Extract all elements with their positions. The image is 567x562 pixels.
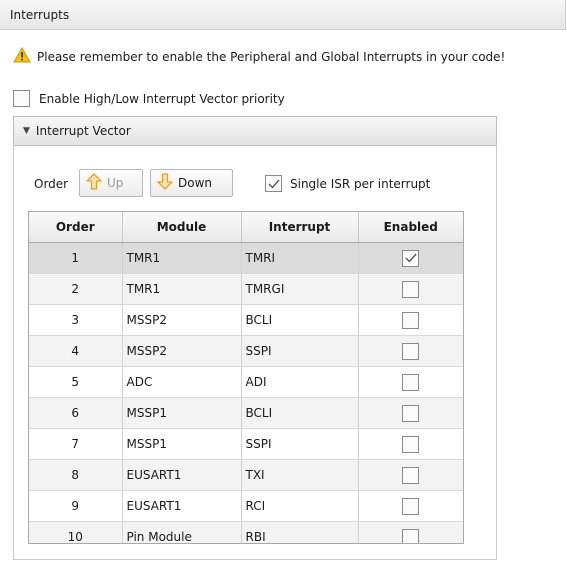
interrupt-cell: RBI — [241, 521, 359, 543]
priority-option: Enable High/Low Interrupt Vector priorit… — [13, 90, 285, 107]
column-header-module[interactable]: Module — [122, 212, 242, 243]
table-row[interactable]: 2 TMR1 TMRGI — [29, 273, 463, 305]
enabled-cell — [358, 490, 463, 522]
interrupt-cell: BCLI — [241, 397, 359, 429]
table-row[interactable]: 7 MSSP1 SSPI — [29, 428, 463, 460]
up-button-label: Up — [107, 176, 124, 190]
up-button[interactable]: Up — [79, 169, 143, 197]
table-row[interactable]: 6 MSSP1 BCLI — [29, 397, 463, 429]
module-cell: Pin Module — [122, 521, 242, 543]
enabled-checkbox[interactable] — [402, 528, 420, 543]
enabled-cell — [358, 428, 463, 460]
module-cell: MSSP2 — [122, 335, 242, 367]
order-cell: 3 — [29, 304, 123, 336]
check-icon — [405, 253, 417, 263]
table-row[interactable]: 3 MSSP2 BCLI — [29, 304, 463, 336]
enabled-checkbox[interactable] — [402, 466, 420, 484]
enabled-checkbox[interactable] — [402, 373, 420, 391]
single-isr-checkbox[interactable] — [265, 175, 282, 192]
interrupt-vector-header[interactable]: ▼ Interrupt Vector — [13, 116, 497, 146]
interrupt-cell: SSPI — [241, 335, 359, 367]
order-cell: 6 — [29, 397, 123, 429]
module-cell: ADC — [122, 366, 242, 398]
enabled-checkbox[interactable] — [402, 311, 420, 329]
warning-icon — [13, 46, 31, 66]
interrupt-cell: TMRGI — [241, 273, 359, 305]
order-cell: 10 — [29, 521, 123, 543]
interrupt-cell: TMRI — [241, 242, 359, 274]
module-cell: EUSART1 — [122, 459, 242, 491]
table-row[interactable]: 9 EUSART1 RCI — [29, 490, 463, 522]
enabled-checkbox[interactable] — [402, 404, 420, 422]
check-icon — [268, 179, 280, 189]
module-cell: EUSART1 — [122, 490, 242, 522]
interrupt-cell: BCLI — [241, 304, 359, 336]
enabled-cell — [358, 242, 463, 274]
enabled-cell — [358, 335, 463, 367]
table-row[interactable]: 5 ADC ADI — [29, 366, 463, 398]
warning-text: Please remember to enable the Peripheral… — [37, 49, 506, 64]
enabled-cell — [358, 273, 463, 305]
interrupt-table: Order Module Interrupt Enabled 1 TMR1 TMRI… — [28, 211, 464, 544]
module-cell: TMR1 — [122, 273, 242, 305]
table-row[interactable]: 8 EUSART1 TXI — [29, 459, 463, 491]
priority-label: Enable High/Low Interrupt Vector priorit… — [39, 91, 285, 106]
interrupt-cell: RCI — [241, 490, 359, 522]
caret-down-icon: ▼ — [23, 126, 30, 136]
order-label: Order — [34, 177, 69, 191]
table-row[interactable]: 1 TMR1 TMRI — [29, 242, 463, 274]
enabled-checkbox[interactable] — [402, 435, 420, 453]
down-button-label: Down — [178, 176, 213, 190]
panel-title: Interrupts — [10, 8, 70, 22]
section-title: Interrupt Vector — [35, 124, 131, 138]
module-cell: TMR1 — [122, 242, 242, 274]
table-row[interactable]: 4 MSSP2 SSPI — [29, 335, 463, 367]
arrow-down-icon — [157, 173, 173, 193]
enabled-checkbox[interactable] — [402, 342, 420, 360]
warning-message: Please remember to enable the Peripheral… — [13, 46, 506, 66]
module-cell: MSSP1 — [122, 397, 242, 429]
enabled-cell — [358, 397, 463, 429]
column-header-enabled[interactable]: Enabled — [358, 212, 463, 243]
order-cell: 5 — [29, 366, 123, 398]
interrupt-cell: TXI — [241, 459, 359, 491]
down-button[interactable]: Down — [150, 169, 233, 197]
single-isr-option: Single ISR per interrupt — [265, 175, 430, 192]
single-isr-label: Single ISR per interrupt — [290, 176, 431, 191]
order-cell: 8 — [29, 459, 123, 491]
enabled-cell — [358, 459, 463, 491]
order-cell: 7 — [29, 428, 123, 460]
arrow-up-icon — [86, 173, 102, 193]
module-cell: MSSP2 — [122, 304, 242, 336]
panel-header: Interrupts — [0, 0, 566, 30]
interrupt-cell: ADI — [241, 366, 359, 398]
enabled-cell — [358, 304, 463, 336]
order-cell: 4 — [29, 335, 123, 367]
column-header-order[interactable]: Order — [29, 212, 123, 243]
enabled-checkbox[interactable] — [402, 497, 420, 515]
priority-checkbox[interactable] — [13, 90, 30, 107]
order-cell: 9 — [29, 490, 123, 522]
module-cell: MSSP1 — [122, 428, 242, 460]
table-header-row: Order Module Interrupt Enabled — [29, 212, 463, 243]
enabled-cell — [358, 521, 463, 543]
table-row[interactable]: 10 Pin Module RBI — [29, 521, 463, 543]
enabled-checkbox[interactable] — [402, 280, 420, 298]
column-header-interrupt[interactable]: Interrupt — [241, 212, 359, 243]
order-cell: 2 — [29, 273, 123, 305]
order-cell: 1 — [29, 242, 123, 274]
enabled-checkbox[interactable] — [402, 249, 420, 267]
enabled-cell — [358, 366, 463, 398]
interrupt-cell: SSPI — [241, 428, 359, 460]
